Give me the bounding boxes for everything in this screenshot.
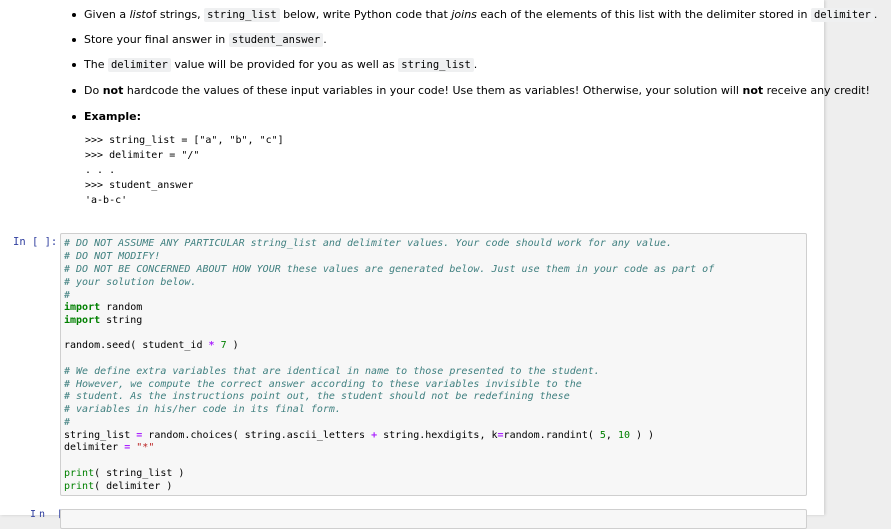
bullet [71,115,76,119]
example-line: >>> student_answer [85,180,194,191]
code-line: print( string_list ) [64,467,184,480]
code-line: delimiter = "*" [64,441,154,454]
code-comment: # student. As the instructions point out… [64,391,570,402]
code-text: string [100,315,143,326]
text: . [323,33,327,46]
code-text: string.hexdigits, k [377,430,498,441]
bold-text: not [102,84,124,97]
inline-code: student_answer [228,33,324,47]
text: of strings, [145,8,205,21]
code-text: ( delimiter ) [94,481,173,492]
bullet [71,13,76,17]
code-text: random.choices( string.ascii_letters [142,430,372,441]
emphasis-text: list [129,8,146,21]
text: . [473,58,478,71]
code-text: delimiter [64,442,125,453]
example-heading: Example: [84,110,141,123]
code-comment: # We define extra variables that are ide… [64,366,600,377]
code-text: random.randint( [503,430,600,441]
inline-code: string_list [398,58,474,72]
text: value will be provided for you as well a… [170,58,399,71]
example-line: >>> delimiter = "/" [85,150,200,161]
builtin-function: print [64,481,95,492]
inline-code: delimiter [810,8,874,22]
keyword: import [64,302,101,313]
code-comment: # DO NOT MODIFY! [64,251,161,262]
text: Store your final answer in [84,33,229,46]
input-prompt: In [ ]: [13,236,58,248]
text: The [84,58,108,71]
bold-text: not [742,84,764,97]
bullet [71,63,76,67]
next-code-cell-editor[interactable] [60,509,807,529]
code-comment: # [64,417,71,428]
example-line: . . . [85,165,116,176]
example-line: >>> string_list = ["a", "b", "c"] [85,135,284,146]
code-text: ) [226,340,239,351]
code-text: random [100,302,143,313]
text: hardcode the values of these input varia… [123,84,743,97]
code-text: random.seed( student_id [64,340,209,351]
bullet [71,38,76,42]
text: . [873,8,878,21]
code-text: ) ) [630,430,655,441]
code-line: random.seed( student_id * 7 ) [64,339,239,352]
example-code-block: >>> string_list = ["a", "b", "c"] >>> de… [85,133,284,208]
code-cell-editor[interactable]: # DO NOT ASSUME ANY PARTICULAR string_li… [60,233,807,496]
text: Do [84,84,103,97]
code-comment: # variables in his/her code in its final… [64,404,341,415]
keyword: import [64,315,101,326]
code-line: import random [64,301,142,314]
number: 10 [617,430,630,441]
notebook-page: Given a listof strings, string_list belo… [0,0,877,529]
code-comment: # your solution below. [64,277,197,288]
code-text: , [605,430,618,441]
code-line: print( delimiter ) [64,480,172,493]
text: Given a [84,8,130,21]
emphasis-text: joins [451,8,477,21]
text: below, write Python code that [279,8,452,21]
string-literal: "*" [136,442,155,453]
code-line: import string [64,314,142,327]
code-text: string_list [64,430,137,441]
text: each of the elements of this list with t… [476,8,811,21]
bullet [71,89,76,93]
code-comment: # DO NOT ASSUME ANY PARTICULAR string_li… [64,238,673,249]
inline-code: string_list [204,8,280,22]
example-line: 'a-b-c' [85,195,128,206]
builtin-function: print [64,468,95,479]
code-comment: # DO NOT BE CONCERNED ABOUT HOW YOUR the… [64,264,715,275]
code-text: ( string_list ) [94,468,185,479]
inline-code: delimiter [107,58,171,72]
text: receive any credit! [763,84,870,97]
